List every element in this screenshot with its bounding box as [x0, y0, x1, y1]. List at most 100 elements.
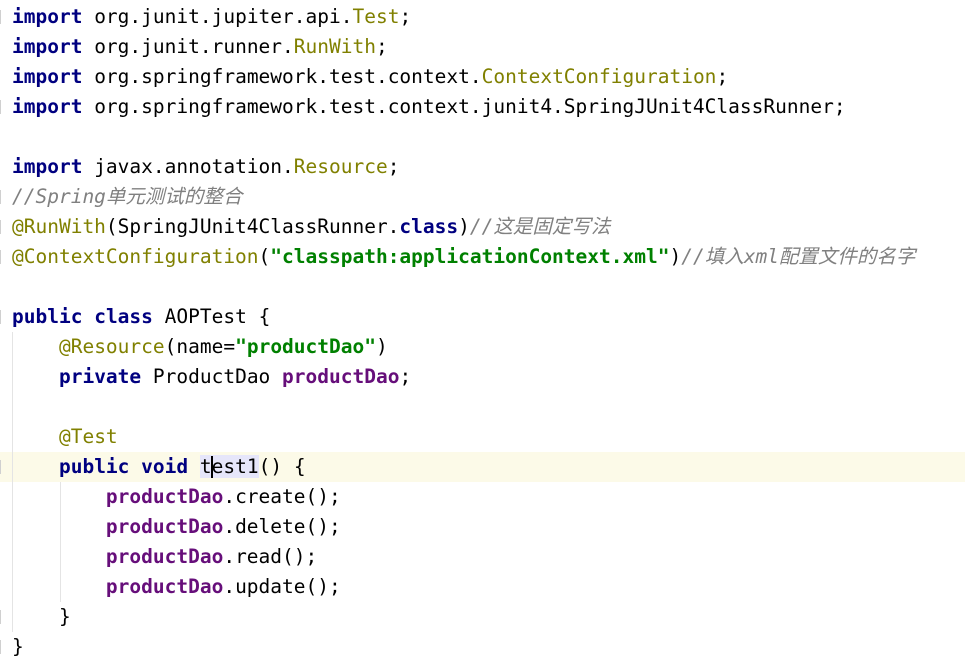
code-token: class [399, 215, 459, 238]
code-line[interactable]: } [0, 632, 965, 662]
code-token: AOPTest { [152, 305, 271, 328]
code-token: @ContextConfiguration [12, 245, 259, 268]
code-token: ProductDao [141, 365, 283, 388]
fold-marker[interactable] [0, 10, 8, 24]
code-token: org.junit.jupiter.api. [82, 5, 353, 28]
code-line[interactable]: @RunWith(SpringJUnit4ClassRunner.class)/… [0, 212, 965, 242]
code-text: private ProductDao productDao; [12, 362, 411, 392]
code-token: import [12, 155, 83, 178]
code-token: .read(); [223, 545, 318, 568]
fold-marker[interactable] [0, 460, 8, 474]
code-line[interactable]: productDao.read(); [0, 542, 965, 572]
code-token: ) [669, 245, 682, 268]
code-token: ; [399, 365, 412, 388]
code-line[interactable]: private ProductDao productDao; [0, 362, 965, 392]
fold-marker[interactable] [0, 250, 8, 264]
code-token: ; [387, 155, 400, 178]
code-line[interactable]: @Resource(name="productDao") [0, 332, 965, 362]
code-line[interactable]: import org.junit.runner.RunWith; [0, 32, 965, 62]
code-token: ; [716, 65, 729, 88]
code-text: import org.springframework.test.context.… [12, 92, 846, 122]
code-text: public class AOPTest { [12, 302, 270, 332]
code-token: () { [258, 455, 306, 478]
code-token: //填入xml配置文件的名字 [681, 245, 916, 268]
code-token: import [12, 5, 83, 28]
code-token: est1 [211, 455, 259, 478]
code-token: ) [458, 215, 470, 238]
code-token: org.springframework.test.context. [82, 65, 482, 88]
code-token: import [12, 95, 83, 118]
code-text: productDao.read(); [12, 542, 317, 572]
code-text: import javax.annotation.Resource; [12, 152, 399, 182]
fold-marker[interactable] [0, 190, 8, 204]
code-text: @Test [12, 422, 118, 452]
code-token: (name= [164, 335, 236, 358]
code-line[interactable] [0, 272, 965, 302]
code-line[interactable] [0, 392, 965, 422]
code-token: public [58, 455, 130, 478]
code-token: //Spring单元测试的整合 [12, 185, 243, 208]
code-line[interactable]: public void test1() { [0, 452, 965, 482]
code-token: productDao [105, 485, 224, 508]
fold-marker[interactable] [0, 100, 8, 114]
code-line[interactable]: import org.springframework.test.context.… [0, 92, 965, 122]
code-editor[interactable]: import org.junit.jupiter.api.Test; import… [0, 0, 965, 659]
code-line[interactable]: import org.junit.jupiter.api.Test; [0, 2, 965, 32]
fold-marker[interactable] [0, 640, 8, 654]
code-token: (SpringJUnit4ClassRunner. [105, 215, 400, 238]
code-text: productDao.delete(); [12, 512, 341, 542]
code-text: //Spring单元测试的整合 [12, 182, 242, 212]
fold-marker[interactable] [0, 610, 8, 624]
indent-guide [12, 332, 13, 632]
code-token: "classpath:applicationContext.xml" [270, 245, 670, 268]
code-line[interactable]: import javax.annotation.Resource; [0, 152, 965, 182]
code-line[interactable]: //Spring单元测试的整合 [0, 182, 965, 212]
fold-marker[interactable] [0, 310, 8, 324]
code-token: Test [352, 5, 400, 28]
code-token: org.springframework.test.context.junit4.… [82, 95, 846, 118]
code-token: ; [399, 5, 412, 28]
code-text: } [12, 602, 71, 632]
fold-marker[interactable] [0, 220, 8, 234]
code-token: class [94, 305, 153, 328]
code-token: "productDao" [235, 335, 376, 358]
code-line[interactable]: productDao.delete(); [0, 512, 965, 542]
code-line[interactable]: @ContextConfiguration("classpath:applica… [0, 242, 965, 272]
code-line[interactable] [0, 122, 965, 152]
code-token: ( [258, 245, 271, 268]
code-text: @RunWith(SpringJUnit4ClassRunner.class)/… [12, 212, 610, 242]
code-token: } [12, 635, 24, 658]
code-text: } [12, 632, 24, 662]
code-text: @ContextConfiguration("classpath:applica… [12, 242, 915, 272]
code-line[interactable]: productDao.update(); [0, 572, 965, 602]
code-line[interactable]: productDao.create(); [0, 482, 965, 512]
code-token: .create(); [223, 485, 341, 508]
code-token: org.junit.runner. [82, 35, 294, 58]
code-token: import [12, 65, 83, 88]
code-line[interactable]: @Test [0, 422, 965, 452]
code-token: void [141, 455, 189, 478]
code-token: productDao [105, 515, 224, 538]
code-token: ; [375, 35, 388, 58]
code-token: productDao [282, 365, 400, 388]
code-token: @RunWith [12, 215, 106, 238]
code-token: .delete(); [223, 515, 341, 538]
code-text: import org.junit.runner.RunWith; [12, 32, 388, 62]
indent-guide [60, 482, 61, 602]
code-line[interactable]: public class AOPTest { [0, 302, 965, 332]
code-text: productDao.update(); [12, 572, 341, 602]
code-line[interactable]: } [0, 602, 965, 632]
code-line[interactable]: import org.springframework.test.context.… [0, 62, 965, 92]
code-token: productDao [105, 545, 224, 568]
code-token: .update(); [223, 575, 341, 598]
code-token: } [12, 605, 71, 628]
